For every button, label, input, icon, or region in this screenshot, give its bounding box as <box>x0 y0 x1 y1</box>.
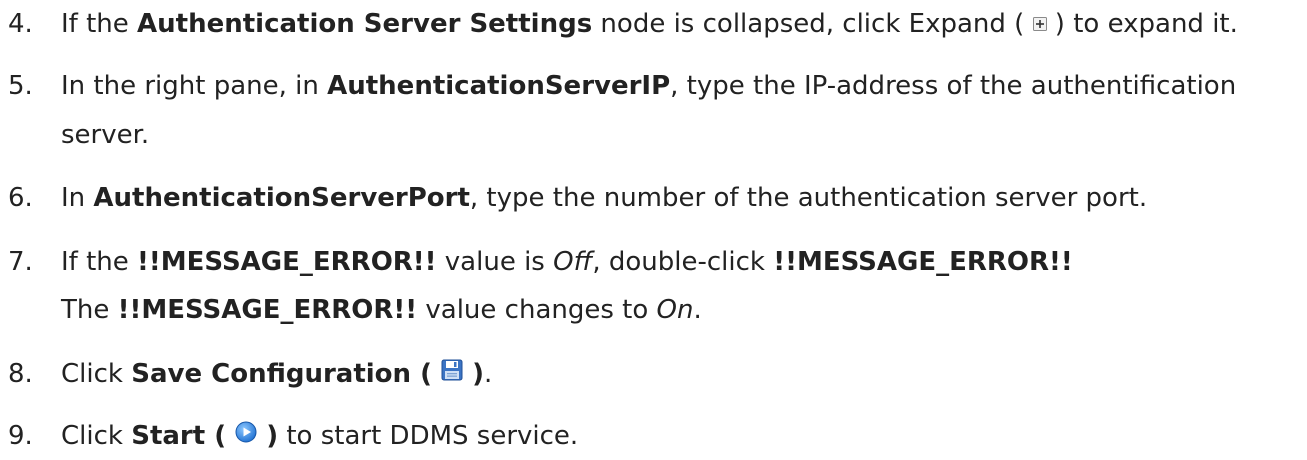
body-text: In the right pane, in <box>61 71 328 101</box>
body-text: node is collapsed, click Expand ( <box>592 9 1033 39</box>
step-text: If the Authentication Server Settings no… <box>61 1 1238 48</box>
step-number: 5. <box>8 71 33 101</box>
italic-value: Off <box>553 247 593 277</box>
body-text: , type the number of the authentication … <box>469 183 1148 213</box>
body-text: The <box>61 295 118 325</box>
step-number: 6. <box>8 183 33 213</box>
save-icon <box>441 350 463 396</box>
body-text: In <box>61 183 94 213</box>
step-text: The !!MESSAGE_ERROR!! value changes to O… <box>61 287 702 333</box>
italic-value: On <box>656 295 694 325</box>
body-text: , type the IP-address of the authentific… <box>670 71 1237 101</box>
body-text: ) to expand it. <box>1046 9 1238 39</box>
body-text: server. <box>61 120 150 150</box>
body-text: to start DDMS service. <box>278 421 579 451</box>
body-text: . <box>693 295 702 325</box>
body-text: If the <box>61 9 138 39</box>
bold-term: !!MESSAGE_ERROR!! <box>137 247 437 277</box>
step-text: Click Save Configuration ( ). <box>61 351 492 398</box>
step-text: In AuthenticationServerPort, type the nu… <box>61 175 1147 221</box>
expand-icon <box>1032 0 1047 46</box>
bold-term: Save Configuration ( <box>131 359 442 389</box>
body-text: . <box>483 359 493 389</box>
bold-term: ) <box>463 359 484 389</box>
step-text: In the right pane, in AuthenticationServ… <box>61 63 1236 109</box>
bold-term: !!MESSAGE_ERROR!! <box>117 295 418 325</box>
step-number: 4. <box>8 9 33 39</box>
body-text: Click <box>61 359 132 389</box>
step-number: 9. <box>8 421 33 451</box>
bold-term: Start ( <box>131 421 236 451</box>
body-text: If the <box>61 247 138 277</box>
body-text: value changes to <box>417 295 657 325</box>
body-text: Click <box>61 421 132 451</box>
step-text: If the !!MESSAGE_ERROR!! value is Off, d… <box>61 239 1073 285</box>
bold-term: Authentication Server Settings <box>137 9 593 39</box>
bold-term: AuthenticationServerPort <box>93 183 470 213</box>
step-number: 7. <box>8 247 33 277</box>
start-icon <box>235 412 257 458</box>
step-number: 8. <box>8 359 33 389</box>
step-text: server. <box>61 112 149 158</box>
bold-term: !!MESSAGE_ERROR!! <box>773 247 1073 277</box>
body-text: value is <box>436 247 554 277</box>
bold-term: ) <box>257 421 279 451</box>
bold-term: AuthenticationServerIP <box>327 71 671 101</box>
body-text: , double-click <box>592 247 774 277</box>
